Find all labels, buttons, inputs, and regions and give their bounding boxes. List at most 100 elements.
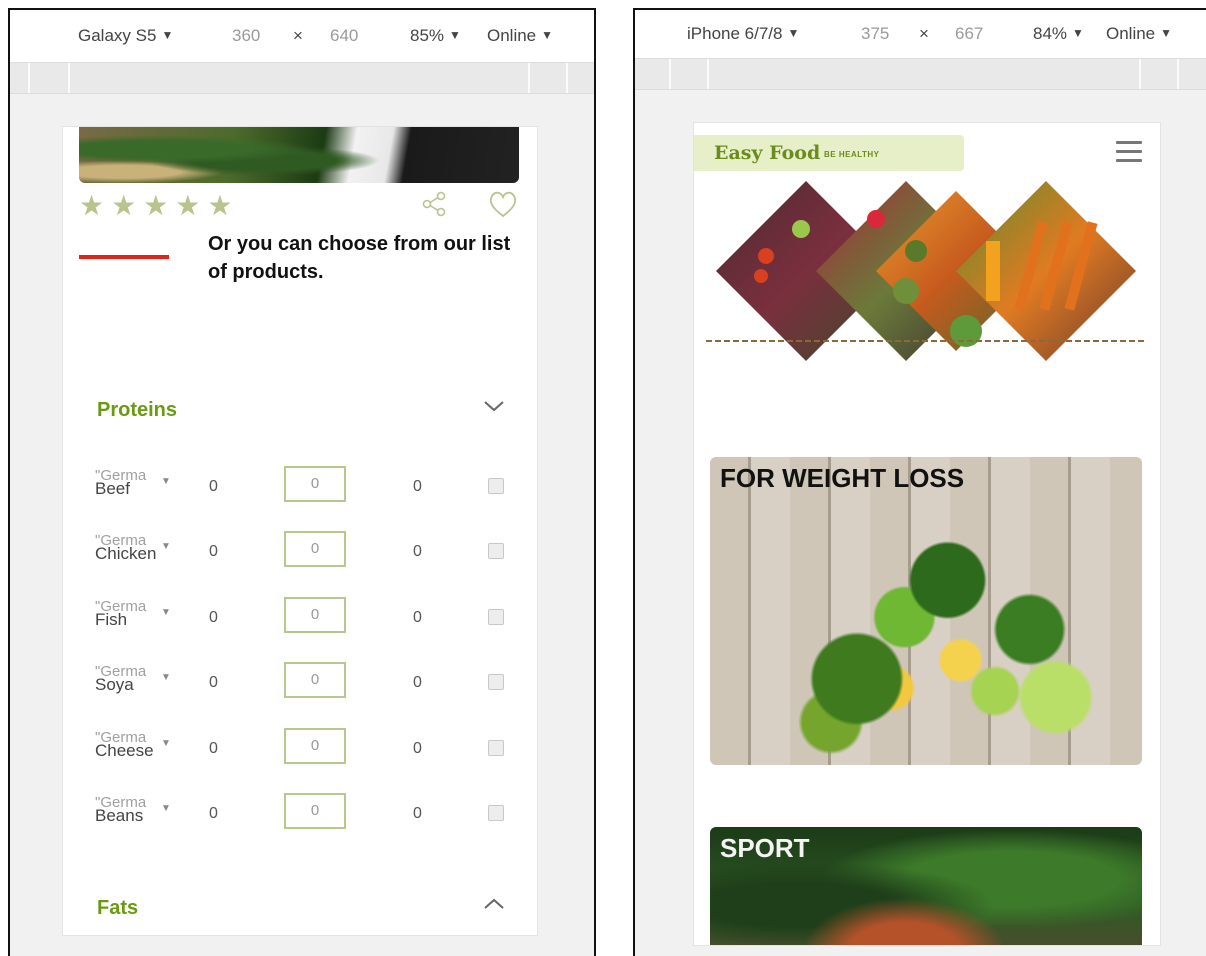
zoom-select[interactable]: 85% ▼ [410, 26, 461, 46]
value-2: 0 [413, 674, 422, 691]
ruler-divider [1177, 59, 1179, 89]
select-checkbox[interactable] [488, 805, 504, 821]
product-select[interactable]: "Germa Chicken ▼ [95, 533, 171, 573]
food-image [79, 127, 519, 183]
hamburger-menu-icon[interactable] [1116, 141, 1142, 163]
dropdown-arrow-icon: ▼ [787, 26, 800, 40]
dropdown-arrow-icon: ▼ [161, 803, 171, 814]
section-fats[interactable]: Fats [83, 873, 523, 935]
value-1: 0 [209, 805, 218, 822]
quantity-input[interactable]: 0 [284, 531, 346, 567]
share-icon[interactable] [419, 189, 449, 219]
product-select[interactable]: "Germa Cheese ▼ [95, 730, 171, 770]
product-row: "Germa Soya ▼ 0 0 0 [83, 662, 523, 708]
card-title: FOR WEIGHT LOSS [720, 463, 965, 493]
ruler-divider [669, 59, 671, 89]
accent-line [79, 255, 169, 259]
select-checkbox[interactable] [488, 740, 504, 756]
heart-icon[interactable] [487, 189, 519, 219]
network-value: Online [487, 26, 537, 45]
product-select[interactable]: "Germa Fish ▼ [95, 599, 171, 639]
rating-stars[interactable]: ★★★★★ [79, 189, 240, 222]
devtools-frame-iphone: iPhone 6/7/8 ▼ 375 × 667 84% ▼ Online ▼ Eas… [633, 8, 1206, 956]
device-select[interactable]: Galaxy S5 ▼ [78, 26, 173, 46]
dropdown-arrow-icon: ▼ [449, 28, 461, 42]
dropdown-arrow-icon: ▼ [161, 28, 174, 42]
dropdown-arrow-icon: ▼ [541, 28, 554, 42]
quantity-input[interactable]: 0 [284, 466, 346, 502]
card-title: SPORT [720, 833, 810, 863]
viewport-width[interactable]: 375 [861, 24, 889, 44]
dropdown-arrow-icon: ▼ [1072, 26, 1084, 40]
chevron-down-icon[interactable] [483, 399, 505, 413]
quantity-input[interactable]: 0 [284, 597, 346, 633]
product-select[interactable]: "Germa Beef ▼ [95, 468, 171, 508]
zoom-select[interactable]: 84% ▼ [1033, 24, 1084, 44]
ruler-divider [1139, 59, 1141, 89]
dropdown-arrow-icon: ▼ [1160, 26, 1173, 40]
product-name: Cheese [95, 741, 154, 760]
product-name: Soya [95, 675, 134, 694]
network-value: Online [1106, 24, 1156, 43]
phone-screen-galaxy: ★★★★★ Or you can choose from our list of… [62, 126, 538, 936]
quantity-input[interactable]: 0 [284, 728, 346, 764]
select-checkbox[interactable] [488, 674, 504, 690]
dropdown-arrow-icon: ▼ [161, 541, 171, 552]
product-name: Chicken [95, 544, 157, 563]
viewport-height[interactable]: 667 [955, 24, 983, 44]
product-select[interactable]: "Germa Soya ▼ [95, 664, 171, 704]
product-select[interactable]: "Germa Beans ▼ [95, 795, 171, 835]
phone-screen-iphone: Easy Food BE HEALTHY FOR WEIGHT LOSS SPO… [693, 122, 1161, 946]
value-2: 0 [413, 740, 422, 757]
value-2: 0 [413, 543, 422, 560]
network-select[interactable]: Online ▼ [487, 26, 553, 46]
device-toolbar: iPhone 6/7/8 ▼ 375 × 667 84% ▼ Online ▼ [635, 10, 1206, 59]
dimension-separator: × [919, 24, 929, 43]
product-row: "Germa Beef ▼ 0 0 0 [83, 466, 523, 512]
network-select[interactable]: Online ▼ [1106, 24, 1172, 44]
quantity-input[interactable]: 0 [284, 662, 346, 698]
chevron-up-icon[interactable] [483, 897, 505, 911]
ruler-divider [68, 63, 70, 93]
intro-text: Or you can choose from our list of produ… [208, 233, 511, 283]
dropdown-arrow-icon: ▼ [161, 607, 171, 618]
device-name: iPhone 6/7/8 [687, 24, 783, 43]
viewport-height[interactable]: 640 [330, 26, 358, 46]
dropdown-arrow-icon: ▼ [161, 476, 171, 487]
device-name: Galaxy S5 [78, 26, 157, 45]
ruler-divider [528, 63, 530, 93]
select-checkbox[interactable] [488, 609, 504, 625]
select-checkbox[interactable] [488, 543, 504, 559]
value-1: 0 [209, 609, 218, 626]
product-name: Beans [95, 806, 144, 825]
media-query-ruler[interactable] [635, 59, 1206, 90]
category-card-weight-loss[interactable]: FOR WEIGHT LOSS [710, 457, 1142, 765]
brand-tagline: BE HEALTHY [824, 150, 880, 159]
value-2: 0 [413, 609, 422, 626]
dimension-separator: × [293, 26, 303, 45]
value-2: 0 [413, 805, 422, 822]
ruler-divider [566, 63, 568, 93]
dropdown-arrow-icon: ▼ [161, 672, 171, 683]
product-row: "Germa Fish ▼ 0 0 0 [83, 597, 523, 643]
device-select[interactable]: iPhone 6/7/8 ▼ [687, 24, 799, 44]
product-row: "Germa Chicken ▼ 0 0 0 [83, 531, 523, 577]
section-label: Proteins [97, 399, 178, 421]
zoom-value: 85% [410, 26, 445, 45]
value-1: 0 [209, 543, 218, 560]
media-query-ruler[interactable] [10, 63, 594, 94]
section-proteins[interactable]: Proteins [83, 375, 523, 447]
product-row: "Germa Beans ▼ 0 0 0 [83, 793, 523, 839]
value-1: 0 [209, 740, 218, 757]
vegetable-diamonds-image [706, 181, 1146, 361]
quantity-input[interactable]: 0 [284, 793, 346, 829]
value-2: 0 [413, 478, 422, 495]
product-row: "Germa Cheese ▼ 0 0 0 [83, 728, 523, 774]
category-card-sport[interactable]: SPORT [710, 827, 1142, 945]
brand-header[interactable]: Easy Food BE HEALTHY [694, 135, 964, 171]
section-label: Fats [97, 897, 139, 919]
value-1: 0 [209, 478, 218, 495]
viewport-width[interactable]: 360 [232, 26, 260, 46]
ruler-divider [28, 63, 30, 93]
select-checkbox[interactable] [488, 478, 504, 494]
